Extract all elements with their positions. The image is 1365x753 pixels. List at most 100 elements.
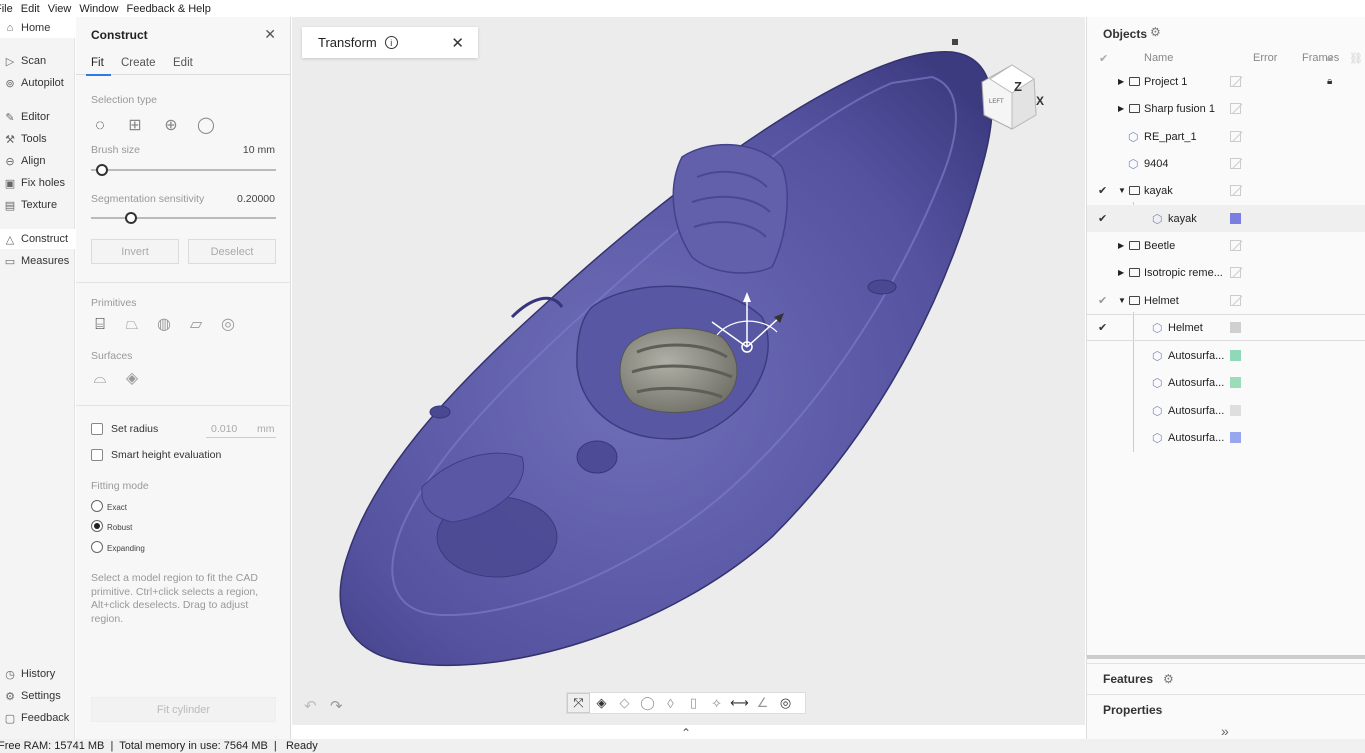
radio-exact[interactable] xyxy=(91,500,103,512)
tree-row[interactable]: ▶ Beetle xyxy=(1087,232,1365,259)
tree-row[interactable]: ⬡ Autosurfa... xyxy=(1087,369,1365,396)
color-swatch[interactable] xyxy=(1230,405,1241,416)
torus-icon[interactable]: ◎ xyxy=(218,315,238,335)
measure-angle-icon[interactable]: ∠ xyxy=(751,693,774,713)
redo-icon[interactable]: ↷ xyxy=(330,697,343,715)
close-icon[interactable]: ✕ xyxy=(451,34,464,52)
fit-cylinder-button[interactable]: Fit cylinder xyxy=(91,697,276,722)
lock-column-icon[interactable]: 🔒︎ xyxy=(1327,52,1333,65)
nav-scan[interactable]: ▷ Scan xyxy=(0,51,75,71)
tab-create[interactable]: Create xyxy=(121,57,156,69)
brush-size-thumb[interactable] xyxy=(96,164,108,176)
menu-file[interactable]: File xyxy=(0,3,13,15)
visibility-check-icon[interactable]: ✔ xyxy=(1098,212,1107,225)
collapse-right-icon[interactable]: » xyxy=(1221,723,1229,739)
sphere-select-icon[interactable]: ⊕ xyxy=(162,117,180,135)
visibility-check-icon[interactable]: ✔ xyxy=(1098,184,1107,197)
nav-fix-holes[interactable]: ▣ Fix holes xyxy=(0,173,75,193)
set-radius-checkbox[interactable] xyxy=(91,423,103,435)
link-icon[interactable]: ⛓︎ xyxy=(1349,52,1363,65)
tree-row[interactable]: ▶ Isotropic reme... xyxy=(1087,259,1365,286)
column-error[interactable]: Error xyxy=(1253,52,1277,64)
color-swatch[interactable] xyxy=(1230,213,1241,224)
nav-texture[interactable]: ▤ Texture xyxy=(0,195,75,215)
tree-row[interactable]: ⬡ Autosurfa... xyxy=(1087,342,1365,369)
color-swatch[interactable] xyxy=(1230,432,1241,443)
menu-view[interactable]: View xyxy=(48,3,72,15)
column-frames[interactable]: Frames xyxy=(1302,52,1339,64)
gear-icon[interactable]: ⚙ xyxy=(1163,672,1174,686)
tree-row[interactable]: ▶ Sharp fusion 1 xyxy=(1087,95,1365,122)
brush-size-slider[interactable] xyxy=(91,169,276,171)
brush-select-icon[interactable]: ◌ xyxy=(91,117,109,135)
smart-height-checkbox[interactable] xyxy=(91,449,103,461)
lasso-select-icon[interactable]: ◯ xyxy=(197,117,215,135)
color-swatch[interactable] xyxy=(1230,322,1241,333)
expand-arrow-icon[interactable]: ▶ xyxy=(1118,104,1124,113)
grid-select-icon[interactable]: ⊞ xyxy=(126,117,144,135)
transform-gizmo-icon[interactable]: ⤧ xyxy=(567,693,590,713)
visibility-check-icon[interactable]: ✔ xyxy=(1098,294,1107,307)
tree-row[interactable]: ⬡ Autosurfa... xyxy=(1087,424,1365,451)
expand-arrow-icon[interactable]: ▶ xyxy=(1118,241,1124,250)
menu-window[interactable]: Window xyxy=(79,3,118,15)
visibility-check-icon[interactable]: ✔ xyxy=(1098,321,1107,334)
lock-icon[interactable]: 🔒︎ xyxy=(1327,76,1332,87)
tree-row[interactable]: ✔ ⬡ Helmet xyxy=(1087,314,1365,341)
nav-align[interactable]: ⊖ Align xyxy=(0,151,75,171)
sphere-icon[interactable]: ◍ xyxy=(154,315,174,335)
freeform-surface-icon[interactable]: ◈ xyxy=(122,369,142,389)
deselect-button[interactable]: Deselect xyxy=(188,239,276,264)
check-all-icon[interactable]: ✔ xyxy=(1099,52,1108,65)
nav-history[interactable]: ◷ History xyxy=(0,664,75,684)
plane-icon[interactable]: ▱ xyxy=(186,315,206,335)
tree-row-selected[interactable]: ✔ ⬡ kayak xyxy=(1087,205,1365,232)
expand-up-icon[interactable]: ⌃ xyxy=(681,726,691,740)
collapse-arrow-icon[interactable]: ▼ xyxy=(1118,186,1126,195)
view-mode-1-icon[interactable]: ◇ xyxy=(613,693,636,713)
collapse-arrow-icon[interactable]: ▼ xyxy=(1118,296,1126,305)
radio-robust[interactable] xyxy=(91,520,103,532)
tree-row[interactable]: ⬡ Autosurfa... xyxy=(1087,397,1365,424)
info-icon[interactable]: i xyxy=(384,36,398,49)
nav-measures[interactable]: ▭ Measures xyxy=(0,251,75,271)
tree-row[interactable]: ✔ ▼ Helmet xyxy=(1087,287,1365,314)
expand-arrow-icon[interactable]: ▶ xyxy=(1118,77,1124,86)
color-swatch[interactable] xyxy=(1230,350,1241,361)
radius-input[interactable]: 0.010 xyxy=(211,423,237,435)
color-swatch[interactable] xyxy=(1230,377,1241,388)
features-section[interactable]: Features ⚙ xyxy=(1087,663,1365,693)
close-icon[interactable]: ✕ xyxy=(264,26,276,43)
undo-icon[interactable]: ↶ xyxy=(304,697,317,715)
shading-icon[interactable]: ◈ xyxy=(590,693,613,713)
radio-expanding[interactable] xyxy=(91,541,103,553)
tab-edit[interactable]: Edit xyxy=(173,57,193,69)
measure-distance-icon[interactable]: ⟷ xyxy=(728,693,751,713)
expand-arrow-icon[interactable]: ▶ xyxy=(1118,268,1124,277)
properties-section[interactable]: Properties xyxy=(1087,694,1365,724)
nav-editor[interactable]: ✎ Editor xyxy=(0,107,75,127)
horizontal-scrollbar[interactable] xyxy=(1087,655,1365,659)
surface-patch-icon[interactable]: ⌓ xyxy=(90,369,110,389)
gear-icon[interactable]: ⚙ xyxy=(1150,25,1161,39)
cone-icon[interactable]: ⏢ xyxy=(122,315,142,335)
column-name[interactable]: Name xyxy=(1144,52,1173,64)
nav-feedback[interactable]: ▢ Feedback xyxy=(0,708,75,728)
tree-row[interactable]: ▶ Project 1 🔒︎ xyxy=(1087,68,1365,95)
nav-autopilot[interactable]: ⊚ Autopilot xyxy=(0,73,75,93)
cylinder-icon[interactable]: ⌸ xyxy=(90,315,110,335)
nav-tools[interactable]: ⚒ Tools xyxy=(0,129,75,149)
nav-home[interactable]: ⌂ Home xyxy=(0,17,75,38)
nav-settings[interactable]: ⚙ Settings xyxy=(0,686,75,706)
nav-construct[interactable]: △ Construct xyxy=(0,229,75,249)
tab-fit[interactable]: Fit xyxy=(91,57,104,69)
segmentation-slider[interactable] xyxy=(91,217,276,219)
view-mode-4-icon[interactable]: ▯ xyxy=(682,693,705,713)
view-mode-3-icon[interactable]: ◊ xyxy=(659,693,682,713)
view-mode-5-icon[interactable]: ⟡ xyxy=(705,693,728,713)
tree-row[interactable]: ✔ ▼ kayak xyxy=(1087,177,1365,204)
spiral-icon[interactable]: ◎ xyxy=(774,693,797,713)
invert-button[interactable]: Invert xyxy=(91,239,179,264)
tree-row[interactable]: ⬡ RE_part_1 xyxy=(1087,123,1365,150)
menu-feedback-help[interactable]: Feedback & Help xyxy=(126,3,210,15)
